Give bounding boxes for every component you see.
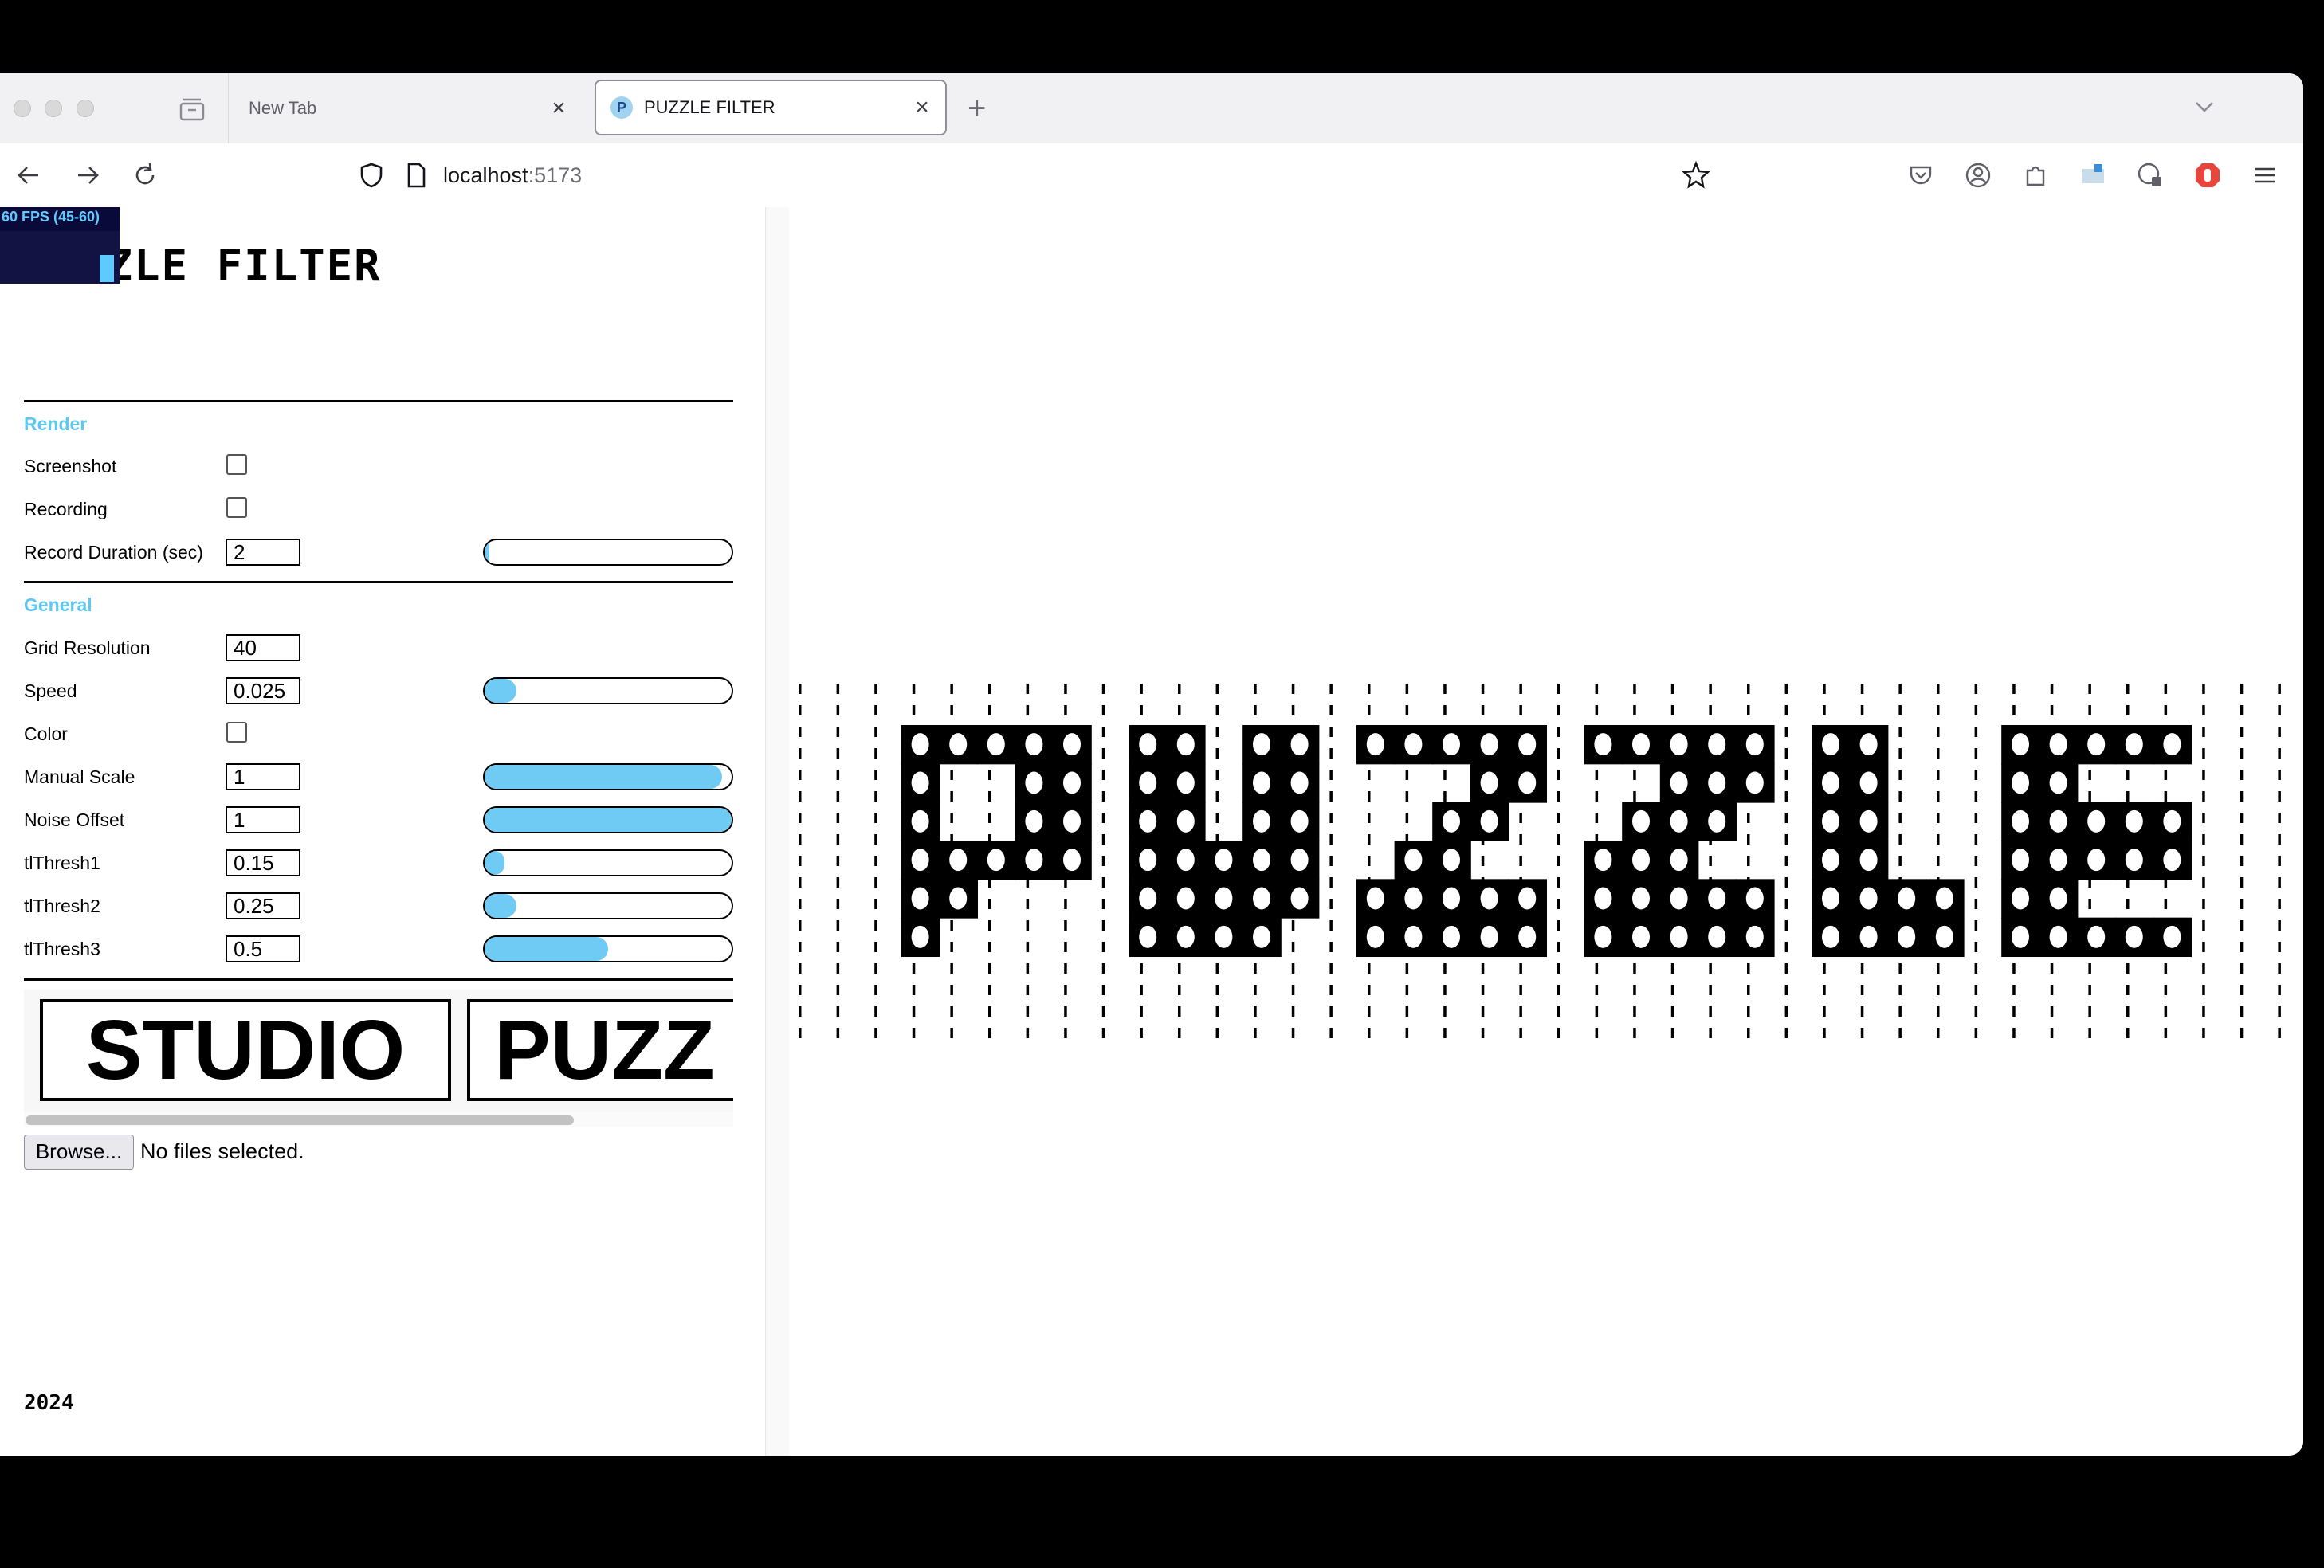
manual-scale-slider[interactable] [483, 763, 733, 790]
tlthresh3-slider[interactable] [483, 935, 733, 962]
divider [24, 400, 733, 402]
pocket-icon[interactable] [1906, 161, 1935, 190]
menu-icon[interactable] [2251, 161, 2279, 190]
tlthresh3-input[interactable]: 0.5 [226, 935, 300, 962]
grid-resolution-label: Grid Resolution [24, 637, 151, 658]
tlthresh1-input[interactable]: 0.15 [226, 849, 300, 876]
letter-blocks [901, 725, 2192, 957]
navigation-bar: localhost:5173 [0, 143, 2303, 208]
speed-input[interactable]: 0.025 [226, 677, 300, 704]
browser-window: New Tab × P PUZZLE FILTER × + localhost:… [0, 73, 2303, 1456]
image-thumbnail-puzzle[interactable]: PUZZ [467, 999, 733, 1101]
tlthresh2-input[interactable]: 0.25 [226, 892, 300, 919]
record-duration-input[interactable]: 2 [226, 539, 300, 566]
grid-resolution-input[interactable]: 40 [226, 634, 300, 661]
url-port: :5173 [528, 163, 583, 187]
url-bar[interactable]: localhost:5173 [443, 161, 582, 190]
section-general: General [24, 594, 92, 615]
adblock-icon[interactable] [2193, 161, 2222, 190]
close-window-icon[interactable] [14, 100, 31, 117]
reload-icon[interactable] [131, 161, 159, 190]
recording-checkbox[interactable] [226, 497, 247, 518]
file-status: No files selected. [140, 1139, 304, 1163]
page-icon[interactable] [402, 161, 430, 190]
tab-puzzle-filter[interactable]: P PUZZLE FILTER × [595, 80, 947, 135]
url-host: localhost [443, 163, 528, 187]
tab-new-tab[interactable]: New Tab × [231, 73, 582, 143]
minimize-window-icon[interactable] [45, 100, 62, 117]
screenshot-checkbox[interactable] [226, 454, 247, 475]
account-icon[interactable] [1964, 161, 1992, 190]
fps-text: 60 FPS (45-60) [2, 209, 100, 225]
noise-offset-input[interactable]: 1 [226, 806, 300, 833]
manual-scale-input[interactable]: 1 [226, 763, 300, 790]
new-tab-icon[interactable]: + [968, 89, 986, 127]
recording-label: Recording [24, 499, 108, 519]
browse-button[interactable]: Browse... [24, 1135, 134, 1170]
image-strip[interactable]: STUDIO PUZZ [24, 990, 733, 1112]
color-label: Color [24, 723, 68, 744]
strip-scrollbar-thumb[interactable] [26, 1115, 574, 1125]
image-thumbnail-studio[interactable]: STUDIO [40, 999, 451, 1101]
tab-separator [228, 73, 229, 143]
divider [24, 978, 733, 981]
manual-scale-label: Manual Scale [24, 766, 135, 787]
color-checkbox[interactable] [226, 722, 247, 743]
thumbnail-text: PUZZ [494, 1002, 715, 1097]
tlthresh1-label: tlThresh1 [24, 853, 100, 873]
tlthresh3-label: tlThresh3 [24, 939, 100, 959]
tlthresh2-slider[interactable] [483, 892, 733, 919]
control-panel: 60 FPS (45-60) PUZZLE FILTER Render Scre… [0, 207, 765, 1456]
tab-title: New Tab [249, 98, 317, 118]
bookmark-star-icon[interactable] [1682, 161, 1710, 190]
speed-label: Speed [24, 680, 77, 701]
shield-icon[interactable] [357, 161, 386, 190]
close-tab-icon[interactable]: × [547, 95, 571, 122]
puzzle-render-output [799, 684, 2281, 1038]
privacy-extension-icon[interactable] [2136, 161, 2165, 190]
favicon-icon: P [610, 96, 633, 119]
tab-title: PUZZLE FILTER [644, 97, 775, 117]
tlthresh2-label: tlThresh2 [24, 896, 100, 916]
page-content: 60 FPS (45-60) PUZZLE FILTER Render Scre… [0, 207, 2303, 1456]
forward-icon[interactable] [73, 161, 102, 190]
thumbnail-text: STUDIO [85, 1002, 406, 1097]
render-canvas[interactable] [789, 207, 2303, 1456]
close-tab-icon[interactable]: × [910, 94, 934, 121]
fps-bar [100, 255, 114, 282]
screenshot-extension-icon[interactable] [2079, 161, 2107, 190]
divider [24, 581, 733, 583]
speed-slider[interactable] [483, 677, 733, 704]
maximize-window-icon[interactable] [77, 100, 94, 117]
record-duration-label: Record Duration (sec) [24, 542, 203, 563]
noise-offset-slider[interactable] [483, 806, 733, 833]
chevron-down-icon[interactable] [2193, 96, 2216, 118]
year-label: 2024 [24, 1391, 74, 1415]
tab-bar: New Tab × P PUZZLE FILTER × + [0, 73, 2303, 143]
section-render: Render [24, 414, 88, 434]
panel-resize-handle[interactable] [765, 207, 791, 1456]
tlthresh1-slider[interactable] [483, 849, 733, 876]
noise-offset-label: Noise Offset [24, 809, 125, 830]
tab-list-icon[interactable] [179, 97, 206, 121]
fps-meter: 60 FPS (45-60) [0, 207, 120, 284]
screenshot-label: Screenshot [24, 456, 117, 476]
back-icon[interactable] [14, 161, 43, 190]
record-progress-bar [483, 539, 733, 566]
extensions-icon[interactable] [2021, 161, 2050, 190]
